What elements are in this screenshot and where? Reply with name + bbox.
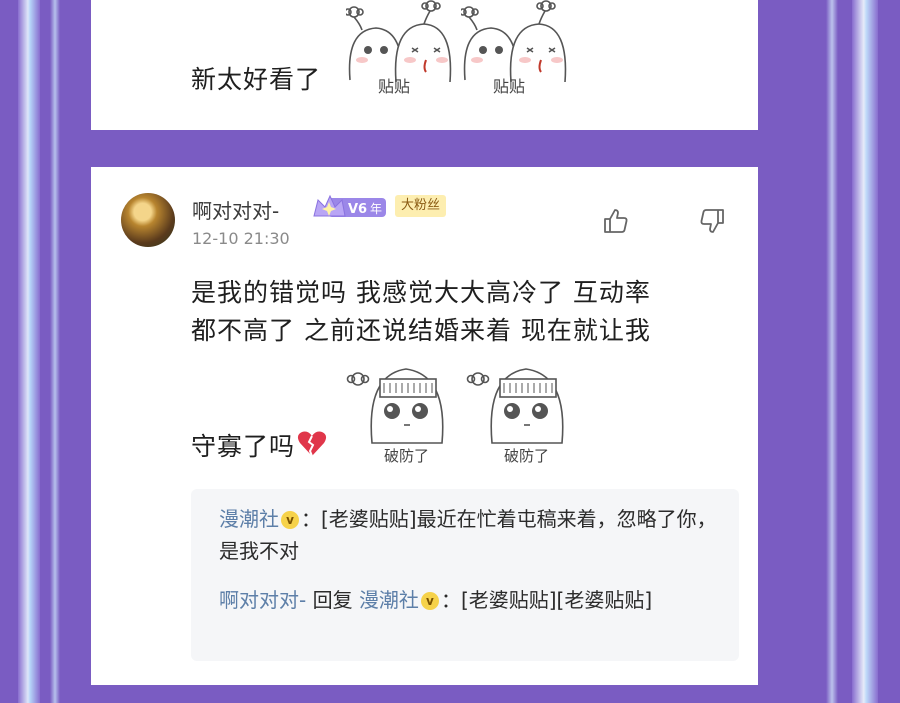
tietie-sticker-2-caption: 贴贴 — [493, 77, 525, 96]
pofang-sticker-1-caption: 破防了 — [384, 447, 429, 465]
comment-text-line-3-text: 守寡了吗 — [191, 432, 296, 461]
reply-author[interactable]: 漫潮社 — [219, 507, 279, 531]
background-glow-right-inner — [826, 0, 838, 703]
reply-author[interactable]: 啊对对对- — [219, 588, 306, 612]
tietie-sticker-2: 贴贴 — [461, 0, 567, 96]
pofang-sticker-2-caption: 破防了 — [504, 447, 549, 465]
comment-text-line-3: 守寡了吗 — [191, 427, 327, 463]
comment-card: 啊对对对- V6 年 大粉丝 12-10 21:30 是我的错觉吗 我感觉大大高… — [91, 167, 758, 685]
pofang-sticker-1: 破防了 — [346, 368, 444, 465]
verified-icon: v — [420, 592, 439, 610]
vip-badge: V6 年 — [313, 194, 386, 217]
fan-badge: 大粉丝 — [395, 195, 447, 217]
reply-target[interactable]: 漫潮社 — [359, 588, 419, 612]
reply-text: [老婆贴贴][老婆贴贴] — [460, 588, 653, 612]
previous-comment-text: 新太好看了 — [191, 65, 322, 94]
comment-username[interactable]: 啊对对对- — [192, 195, 279, 224]
comment-timestamp: 12-10 21:30 — [192, 229, 290, 248]
verified-icon: v — [281, 511, 299, 529]
background-glow-left — [18, 0, 40, 703]
background-glow-left-inner — [50, 0, 60, 703]
like-icon[interactable] — [601, 207, 629, 235]
comment-text-line-2: 都不高了 之前还说结婚来着 现在就让我 — [191, 316, 651, 345]
dislike-icon[interactable] — [699, 207, 727, 235]
pofang-sticker-2: 破防了 — [466, 368, 564, 465]
tietie-sticker-1-caption: 贴贴 — [378, 77, 410, 96]
reply-word: 回复 — [306, 588, 359, 612]
broken-heart-icon — [297, 431, 327, 457]
reply-item[interactable]: 漫潮社 v ：[老婆贴贴]最近在忙着屯稿来着，忽略了你，是我不对 — [219, 503, 719, 567]
tietie-sticker-1: 贴贴 — [346, 0, 452, 96]
reply-box[interactable]: 漫潮社 v ：[老婆贴贴]最近在忙着屯稿来着，忽略了你，是我不对 啊对对对- 回复 … — [191, 489, 739, 661]
background-glow-right — [852, 0, 878, 703]
vip-level: V6 — [348, 202, 367, 217]
reply-separator: ： — [301, 507, 321, 531]
avatar[interactable] — [121, 193, 175, 247]
reply-item[interactable]: 啊对对对- 回复 漫潮社 v ：[老婆贴贴][老婆贴贴] — [219, 584, 719, 616]
vip-suffix: 年 — [370, 202, 382, 216]
comment-text-line-1: 是我的错觉吗 我感觉大大高冷了 互动率 — [191, 278, 651, 307]
reply-separator: ： — [440, 588, 461, 612]
previous-comment-card: 新太好看了 贴贴 贴贴 — [91, 0, 758, 130]
